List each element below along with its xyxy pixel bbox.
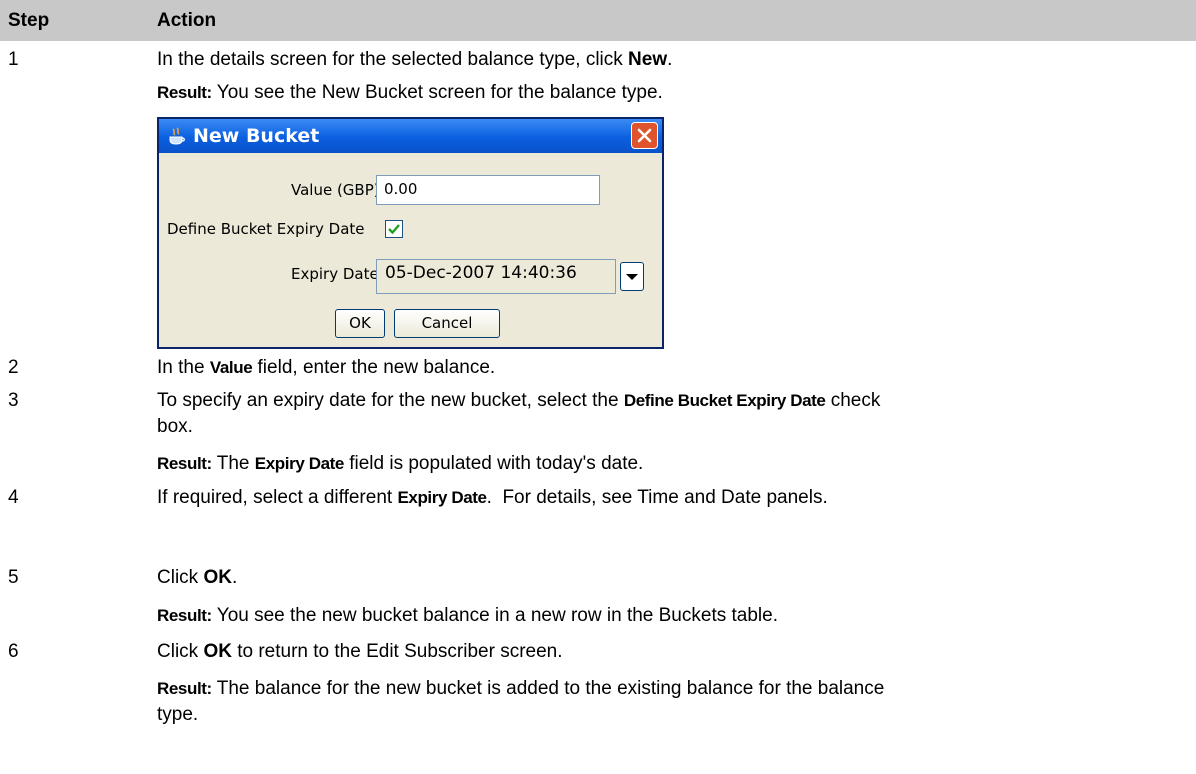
step-result: Result: The balance for the new bucket i… [157,678,885,699]
expiry-date-dropdown-button[interactable] [620,262,644,291]
dialog-title-bar: New Bucket [159,119,662,153]
step-instruction-continued: box. [157,416,193,437]
chevron-down-icon [626,274,638,280]
step-instruction: In the Value field, enter the new balanc… [157,357,496,378]
step-instruction: To specify an expiry date for the new bu… [157,390,881,411]
step-number: 2 [8,357,19,378]
java-cup-icon [169,127,185,145]
step-number: 3 [8,390,19,411]
checkmark-icon [388,224,400,235]
step-instruction: Click OK. [157,567,238,588]
expiry-date-field[interactable]: 05-Dec-2007 14:40:36 [376,259,616,294]
step-result-continued: type. [157,704,199,725]
new-bucket-dialog: New Bucket Value (GBP) 0.00 Define Bucke… [157,117,664,349]
step-result: Result: The Expiry Date field is populat… [157,453,644,474]
step-result: Result: You see the New Bucket screen fo… [157,82,663,103]
step-instruction: Click OK to return to the Edit Subscribe… [157,641,563,662]
step-column-header: Step [8,10,50,31]
step-result: Result: You see the new bucket balance i… [157,605,778,626]
step-number: 1 [8,49,19,70]
define-expiry-checkbox[interactable] [385,220,403,238]
close-icon [637,128,652,143]
ok-button[interactable]: OK [335,309,385,338]
step-number: 4 [8,487,19,508]
define-expiry-label: Define Bucket Expiry Date [167,220,365,238]
step-number: 6 [8,641,19,662]
cancel-button[interactable]: Cancel [394,309,500,338]
step-number: 5 [8,567,19,588]
action-column-header: Action [157,10,217,31]
dialog-title: New Bucket [193,125,320,147]
step-instruction: In the details screen for the selected b… [157,49,673,70]
value-input[interactable]: 0.00 [376,175,600,205]
table-header: Step Action [0,0,1196,41]
step-instruction: If required, select a different Expiry D… [157,487,828,508]
expiry-date-label: Expiry Date [291,265,379,283]
close-button[interactable] [631,122,658,149]
value-label: Value (GBP) [291,181,380,199]
